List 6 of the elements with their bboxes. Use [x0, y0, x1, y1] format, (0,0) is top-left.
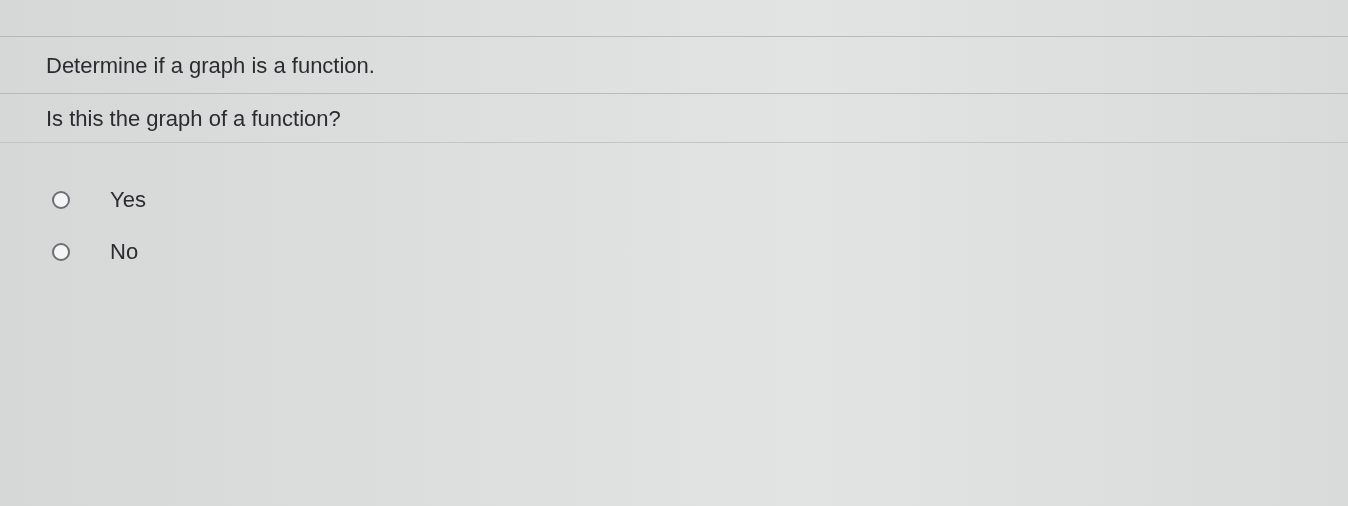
- problem-title: Determine if a graph is a function.: [46, 53, 376, 79]
- radio-button[interactable]: [52, 191, 70, 209]
- radio-button[interactable]: [52, 243, 70, 261]
- question-text: Is this the graph of a function?: [46, 106, 342, 132]
- option-label[interactable]: Yes: [110, 187, 146, 213]
- option-label[interactable]: No: [110, 239, 139, 265]
